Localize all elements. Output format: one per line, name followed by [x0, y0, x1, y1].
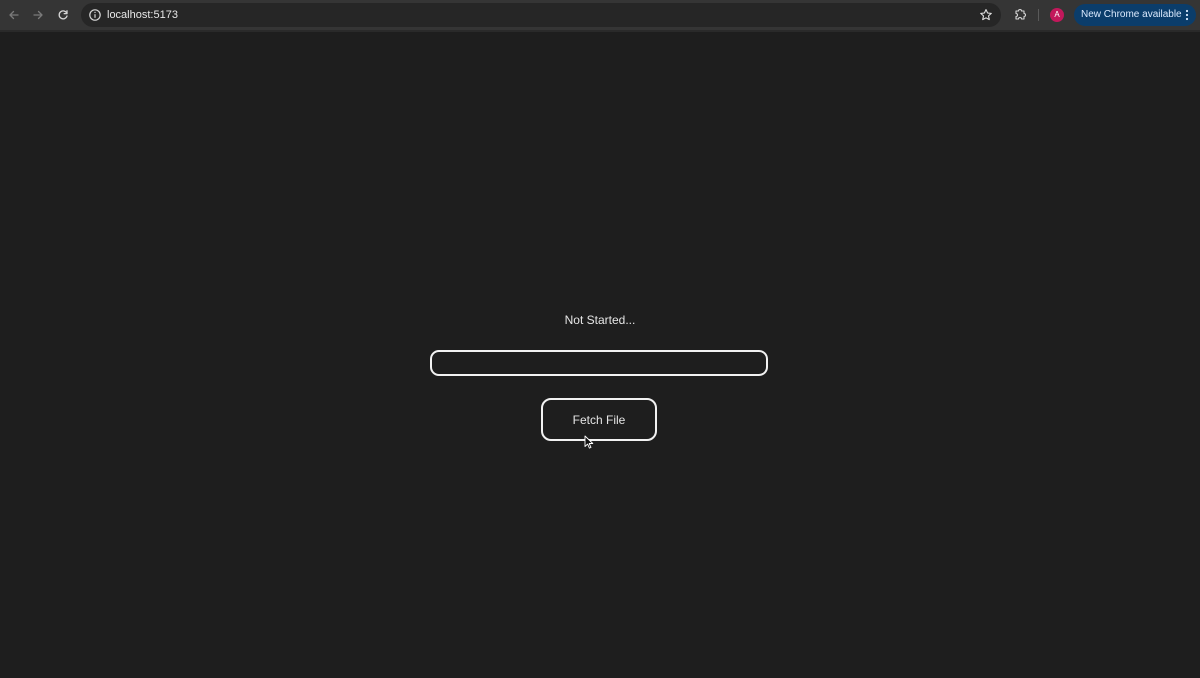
browser-toolbar: localhost:5173 A New Chrome available [0, 0, 1200, 30]
status-text: Not Started... [564, 313, 636, 327]
address-bar[interactable]: localhost:5173 [81, 3, 1001, 27]
profile-avatar[interactable]: A [1050, 8, 1064, 22]
url-text[interactable]: localhost:5173 [107, 8, 178, 22]
file-url-input[interactable] [430, 350, 768, 376]
reload-button[interactable] [54, 6, 72, 24]
forward-button[interactable] [29, 6, 47, 24]
arrow-left-icon [9, 10, 19, 20]
fetch-file-button[interactable]: Fetch File [541, 398, 657, 441]
star-outline-icon[interactable] [979, 8, 993, 22]
toolbar-divider-line [0, 30, 1200, 32]
arrow-right-icon [33, 10, 43, 20]
kebab-vertical-icon [1185, 9, 1189, 21]
puzzle-piece-icon[interactable] [1013, 7, 1028, 22]
update-label: New Chrome available [1081, 9, 1182, 20]
mouse-pointer-icon [584, 435, 594, 449]
reload-icon [58, 10, 68, 20]
info-circle-icon[interactable] [88, 8, 102, 22]
back-button[interactable] [5, 6, 23, 24]
toolbar-divider [1038, 9, 1039, 21]
new-chrome-available-button[interactable]: New Chrome available [1074, 4, 1196, 26]
